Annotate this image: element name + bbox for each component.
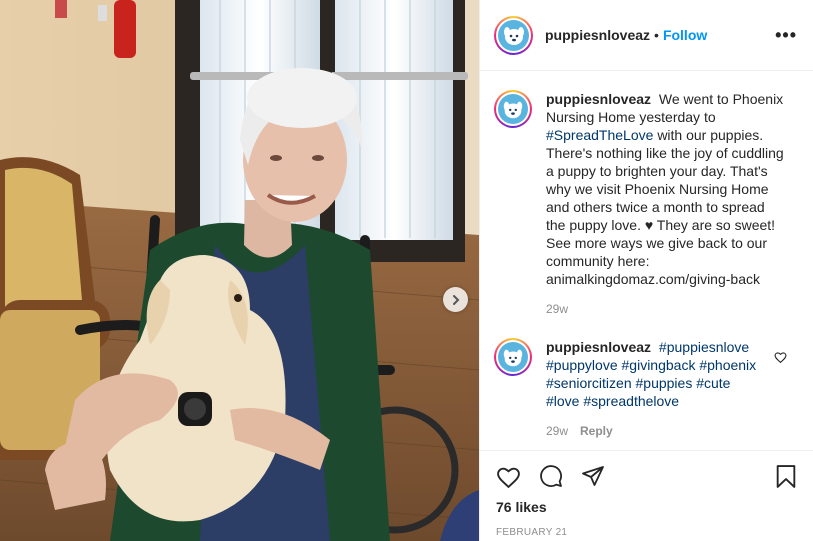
caption-text: puppiesnloveaz We went to Phoenix Nursin… bbox=[546, 90, 786, 288]
comment-hashtag[interactable]: #puppylove bbox=[546, 357, 618, 373]
post-actions: 76 likes FEBRUARY 21 bbox=[480, 450, 813, 541]
photo-scene-image bbox=[0, 0, 479, 541]
caption-meta: 29w bbox=[546, 302, 786, 316]
post-date[interactable]: FEBRUARY 21 bbox=[496, 527, 797, 538]
puppy-logo-icon bbox=[503, 101, 523, 119]
save-button[interactable] bbox=[775, 464, 797, 489]
comment-hashtag[interactable]: #spreadthelove bbox=[583, 393, 679, 409]
comment-hashtag[interactable]: #puppiesnlove bbox=[659, 339, 749, 355]
paper-plane-icon bbox=[582, 466, 604, 486]
comment-meta: 29w Reply bbox=[546, 424, 761, 438]
comment-hashtag[interactable]: #phoenix bbox=[699, 357, 756, 373]
post-side-panel: puppiesnloveaz • Follow ••• puppiesnlove… bbox=[479, 0, 813, 541]
puppy-logo-icon bbox=[503, 349, 523, 367]
follow-button[interactable]: Follow bbox=[663, 27, 707, 43]
post-header: puppiesnloveaz • Follow ••• bbox=[480, 0, 813, 71]
comment-button[interactable] bbox=[539, 464, 563, 488]
avatar[interactable] bbox=[494, 15, 533, 55]
instagram-post: puppiesnloveaz • Follow ••• puppiesnlove… bbox=[0, 0, 813, 541]
heart-icon bbox=[774, 352, 787, 364]
comments-list[interactable]: puppiesnloveaz We went to Phoenix Nursin… bbox=[480, 72, 813, 450]
likes-count[interactable]: 76 likes bbox=[496, 499, 797, 515]
post-photo[interactable] bbox=[0, 0, 479, 541]
caption-text-end: with our puppies. There's nothing like t… bbox=[546, 127, 784, 287]
next-image-button[interactable] bbox=[443, 287, 468, 312]
comment-like-button[interactable] bbox=[774, 350, 787, 366]
action-bar bbox=[496, 451, 797, 501]
comment-text: puppiesnloveaz #puppiesnlove #puppylove … bbox=[546, 338, 761, 410]
comment-username[interactable]: puppiesnloveaz bbox=[546, 339, 651, 355]
separator-dot: • bbox=[654, 27, 659, 43]
comment-item: puppiesnloveaz #puppiesnlove #puppylove … bbox=[494, 338, 797, 438]
comment-hashtag[interactable]: #puppies bbox=[636, 375, 693, 391]
caption-avatar[interactable] bbox=[494, 90, 532, 128]
caption-hashtag[interactable]: #SpreadTheLove bbox=[546, 127, 653, 143]
bookmark-icon bbox=[776, 464, 796, 488]
reply-button[interactable]: Reply bbox=[580, 424, 613, 438]
chevron-right-icon bbox=[452, 294, 459, 305]
comment-timestamp[interactable]: 29w bbox=[546, 424, 568, 438]
more-options-button[interactable]: ••• bbox=[775, 25, 797, 46]
comment-hashtag[interactable]: #givingback bbox=[622, 357, 696, 373]
caption-username[interactable]: puppiesnloveaz bbox=[546, 91, 651, 107]
comment-hashtag[interactable]: #seniorcitizen bbox=[546, 375, 632, 391]
heart-icon bbox=[497, 467, 520, 488]
caption-timestamp[interactable]: 29w bbox=[546, 302, 568, 316]
comment-icon bbox=[540, 465, 562, 487]
share-button[interactable] bbox=[581, 464, 605, 488]
comment-hashtag[interactable]: #cute bbox=[696, 375, 730, 391]
puppy-logo-icon bbox=[503, 27, 524, 45]
header-username[interactable]: puppiesnloveaz bbox=[545, 27, 650, 43]
caption: puppiesnloveaz We went to Phoenix Nursin… bbox=[494, 90, 797, 316]
comment-avatar[interactable] bbox=[494, 338, 532, 376]
like-button[interactable] bbox=[496, 465, 521, 488]
comment-hashtag[interactable]: #love bbox=[546, 393, 579, 409]
